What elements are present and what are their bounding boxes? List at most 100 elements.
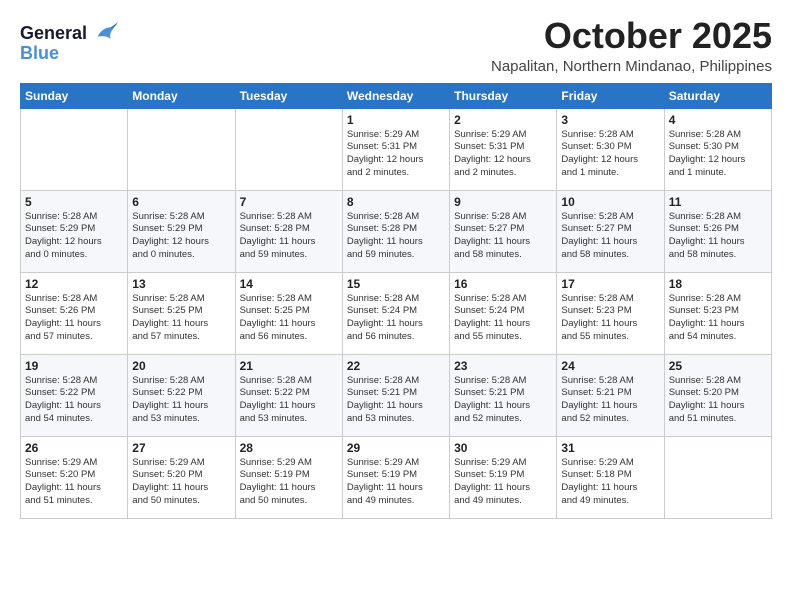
day-number: 10 — [561, 195, 659, 209]
day-content: Sunrise: 5:28 AM Sunset: 5:22 PM Dayligh… — [25, 375, 123, 426]
calendar-header-row: Sunday Monday Tuesday Wednesday Thursday… — [21, 83, 772, 108]
logo-bird-icon — [90, 20, 118, 48]
day-content: Sunrise: 5:28 AM Sunset: 5:25 PM Dayligh… — [132, 293, 230, 344]
col-thursday: Thursday — [450, 83, 557, 108]
col-tuesday: Tuesday — [235, 83, 342, 108]
calendar-week-row: 5 Sunrise: 5:28 AM Sunset: 5:29 PM Daylig… — [21, 190, 772, 272]
table-row: 24Sunrise: 5:28 AM Sunset: 5:21 PM Dayli… — [557, 354, 664, 436]
table-row: 1 Sunrise: 5:29 AM Sunset: 5:31 PM Daylig… — [342, 108, 449, 190]
table-row: 5 Sunrise: 5:28 AM Sunset: 5:29 PM Daylig… — [21, 190, 128, 272]
table-row: 8Sunrise: 5:28 AM Sunset: 5:28 PM Daylig… — [342, 190, 449, 272]
location: Napalitan, Northern Mindanao, Philippine… — [491, 58, 772, 75]
day-number: 3 — [561, 113, 659, 127]
calendar-week-row: 19 Sunrise: 5:28 AM Sunset: 5:22 PM Dayli… — [21, 354, 772, 436]
day-number: 27 — [132, 441, 230, 455]
day-number: 16 — [454, 277, 552, 291]
table-row: 23Sunrise: 5:28 AM Sunset: 5:21 PM Dayli… — [450, 354, 557, 436]
table-row: 31 Sunrise: 5:29 AM Sunset: 5:18 PM Dayli… — [557, 436, 664, 518]
day-content: Sunrise: 5:28 AM Sunset: 5:22 PM Dayligh… — [132, 375, 230, 426]
col-sunday: Sunday — [21, 83, 128, 108]
table-row: 20 Sunrise: 5:28 AM Sunset: 5:22 PM Dayli… — [128, 354, 235, 436]
table-row: 16 Sunrise: 5:28 AM Sunset: 5:24 PM Dayli… — [450, 272, 557, 354]
month-title: October 2025 — [491, 16, 772, 56]
day-content: Sunrise: 5:29 AM Sunset: 5:31 PM Dayligh… — [347, 129, 445, 180]
day-number: 13 — [132, 277, 230, 291]
calendar-week-row: 26 Sunrise: 5:29 AM Sunset: 5:20 PM Dayli… — [21, 436, 772, 518]
col-wednesday: Wednesday — [342, 83, 449, 108]
day-content: Sunrise: 5:28 AM Sunset: 5:21 PM Dayligh… — [561, 375, 659, 426]
day-content: Sunrise: 5:28 AM Sunset: 5:27 PM Dayligh… — [454, 211, 552, 262]
day-number: 1 — [347, 113, 445, 127]
table-row: 2 Sunrise: 5:29 AM Sunset: 5:31 PM Daylig… — [450, 108, 557, 190]
day-number: 19 — [25, 359, 123, 373]
day-content: Sunrise: 5:28 AM Sunset: 5:30 PM Dayligh… — [669, 129, 767, 180]
table-row: 6 Sunrise: 5:28 AM Sunset: 5:29 PM Daylig… — [128, 190, 235, 272]
table-row: 15 Sunrise: 5:28 AM Sunset: 5:24 PM Dayli… — [342, 272, 449, 354]
day-number: 11 — [669, 195, 767, 209]
day-content: Sunrise: 5:28 AM Sunset: 5:24 PM Dayligh… — [347, 293, 445, 344]
table-row: 7 Sunrise: 5:28 AM Sunset: 5:28 PM Daylig… — [235, 190, 342, 272]
day-content: Sunrise: 5:28 AM Sunset: 5:23 PM Dayligh… — [669, 293, 767, 344]
day-number: 18 — [669, 277, 767, 291]
day-number: 4 — [669, 113, 767, 127]
calendar-week-row: 12 Sunrise: 5:28 AM Sunset: 5:26 PM Dayli… — [21, 272, 772, 354]
table-row: 12 Sunrise: 5:28 AM Sunset: 5:26 PM Dayli… — [21, 272, 128, 354]
day-content: Sunrise: 5:28 AM Sunset: 5:30 PM Dayligh… — [561, 129, 659, 180]
day-content: Sunrise: 5:29 AM Sunset: 5:19 PM Dayligh… — [454, 457, 552, 508]
day-content: Sunrise: 5:28 AM Sunset: 5:26 PM Dayligh… — [669, 211, 767, 262]
table-row: 18 Sunrise: 5:28 AM Sunset: 5:23 PM Dayli… — [664, 272, 771, 354]
page-container: General Blue October 2025 Napalitan, Nor… — [0, 0, 792, 529]
day-content: Sunrise: 5:29 AM Sunset: 5:19 PM Dayligh… — [240, 457, 338, 508]
day-content: Sunrise: 5:28 AM Sunset: 5:28 PM Dayligh… — [240, 211, 338, 262]
table-row: 28Sunrise: 5:29 AM Sunset: 5:19 PM Dayli… — [235, 436, 342, 518]
day-content: Sunrise: 5:28 AM Sunset: 5:26 PM Dayligh… — [25, 293, 123, 344]
day-content: Sunrise: 5:28 AM Sunset: 5:24 PM Dayligh… — [454, 293, 552, 344]
col-friday: Friday — [557, 83, 664, 108]
day-number: 26 — [25, 441, 123, 455]
day-content: Sunrise: 5:28 AM Sunset: 5:29 PM Dayligh… — [132, 211, 230, 262]
day-content: Sunrise: 5:29 AM Sunset: 5:18 PM Dayligh… — [561, 457, 659, 508]
header: General Blue October 2025 Napalitan, Nor… — [20, 16, 772, 75]
day-number: 29 — [347, 441, 445, 455]
day-number: 6 — [132, 195, 230, 209]
day-number: 14 — [240, 277, 338, 291]
day-number: 20 — [132, 359, 230, 373]
table-row — [21, 108, 128, 190]
table-row: 4 Sunrise: 5:28 AM Sunset: 5:30 PM Daylig… — [664, 108, 771, 190]
table-row — [664, 436, 771, 518]
day-content: Sunrise: 5:28 AM Sunset: 5:27 PM Dayligh… — [561, 211, 659, 262]
logo-text-line1: General — [20, 24, 87, 44]
day-content: Sunrise: 5:28 AM Sunset: 5:29 PM Dayligh… — [25, 211, 123, 262]
calendar-week-row: 1 Sunrise: 5:29 AM Sunset: 5:31 PM Daylig… — [21, 108, 772, 190]
table-row: 19 Sunrise: 5:28 AM Sunset: 5:22 PM Dayli… — [21, 354, 128, 436]
day-number: 31 — [561, 441, 659, 455]
table-row: 17Sunrise: 5:28 AM Sunset: 5:23 PM Dayli… — [557, 272, 664, 354]
table-row: 11 Sunrise: 5:28 AM Sunset: 5:26 PM Dayli… — [664, 190, 771, 272]
day-number: 12 — [25, 277, 123, 291]
table-row: 13 Sunrise: 5:28 AM Sunset: 5:25 PM Dayli… — [128, 272, 235, 354]
col-monday: Monday — [128, 83, 235, 108]
table-row — [128, 108, 235, 190]
day-number: 2 — [454, 113, 552, 127]
day-content: Sunrise: 5:28 AM Sunset: 5:28 PM Dayligh… — [347, 211, 445, 262]
day-number: 25 — [669, 359, 767, 373]
table-row: 9Sunrise: 5:28 AM Sunset: 5:27 PM Daylig… — [450, 190, 557, 272]
day-number: 7 — [240, 195, 338, 209]
day-content: Sunrise: 5:29 AM Sunset: 5:20 PM Dayligh… — [132, 457, 230, 508]
day-number: 23 — [454, 359, 552, 373]
table-row: 26Sunrise: 5:29 AM Sunset: 5:20 PM Dayli… — [21, 436, 128, 518]
calendar-table: Sunday Monday Tuesday Wednesday Thursday… — [20, 83, 772, 519]
day-number: 15 — [347, 277, 445, 291]
day-content: Sunrise: 5:28 AM Sunset: 5:22 PM Dayligh… — [240, 375, 338, 426]
title-block: October 2025 Napalitan, Northern Mindana… — [491, 16, 772, 75]
day-content: Sunrise: 5:28 AM Sunset: 5:23 PM Dayligh… — [561, 293, 659, 344]
day-content: Sunrise: 5:28 AM Sunset: 5:21 PM Dayligh… — [347, 375, 445, 426]
table-row: 3 Sunrise: 5:28 AM Sunset: 5:30 PM Daylig… — [557, 108, 664, 190]
table-row: 30Sunrise: 5:29 AM Sunset: 5:19 PM Dayli… — [450, 436, 557, 518]
day-number: 5 — [25, 195, 123, 209]
logo: General Blue — [20, 20, 118, 64]
day-content: Sunrise: 5:29 AM Sunset: 5:31 PM Dayligh… — [454, 129, 552, 180]
table-row: 14 Sunrise: 5:28 AM Sunset: 5:25 PM Dayli… — [235, 272, 342, 354]
day-content: Sunrise: 5:28 AM Sunset: 5:25 PM Dayligh… — [240, 293, 338, 344]
table-row: 29Sunrise: 5:29 AM Sunset: 5:19 PM Dayli… — [342, 436, 449, 518]
